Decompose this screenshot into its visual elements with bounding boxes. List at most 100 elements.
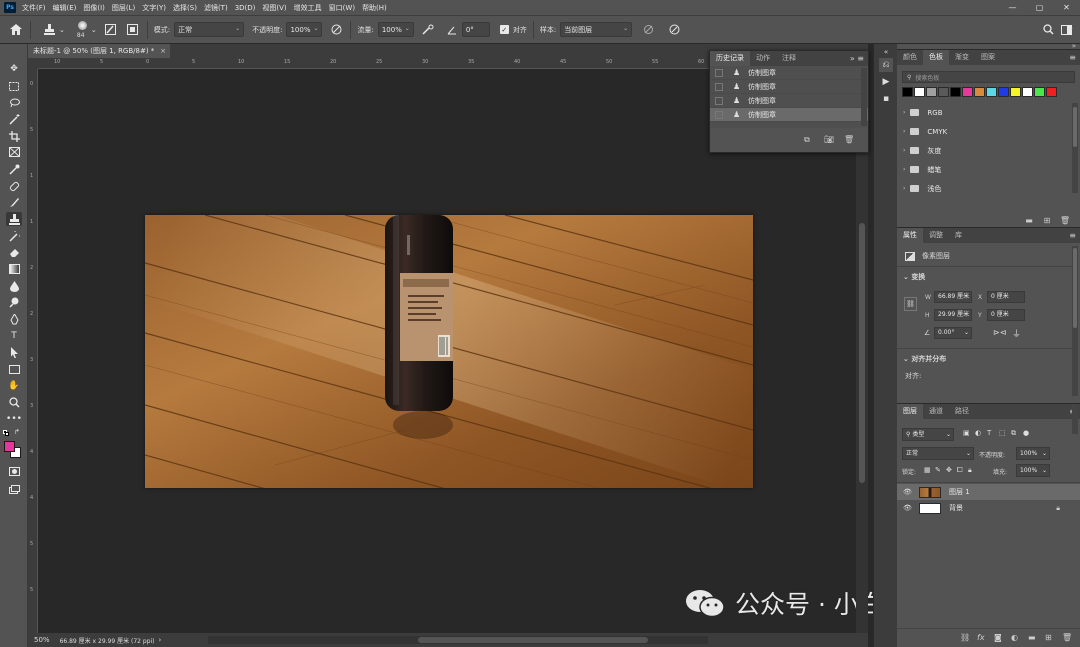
document-tab[interactable]: 未标题-1 @ 50% (图层 1, RGB/8#) * × xyxy=(28,44,170,58)
lock-position-icon[interactable]: ✥ xyxy=(946,466,957,475)
layer-name[interactable]: 图层 1 xyxy=(949,487,970,497)
zoom-tool-icon[interactable] xyxy=(6,395,22,409)
snapshot-camera-icon[interactable]: 📷︎ xyxy=(824,135,844,145)
blend-mode-select[interactable]: 正常 ⌄ xyxy=(902,447,974,460)
menu-plugins[interactable]: 增效工具 xyxy=(294,3,322,13)
swatch[interactable] xyxy=(1010,87,1021,97)
actions-play-icon[interactable]: ▶ xyxy=(879,75,893,89)
magic-wand-tool-icon[interactable] xyxy=(6,112,22,126)
menu-window[interactable]: 窗口(W) xyxy=(329,3,355,13)
new-layer-icon[interactable]: ⊞ xyxy=(1045,633,1062,642)
layer-filter-select[interactable]: ⚲ 类型 ⌄ xyxy=(902,428,954,441)
history-item[interactable]: ♟ 仿制图章 xyxy=(710,80,868,94)
menu-help[interactable]: 帮助(H) xyxy=(362,3,387,13)
swatch-group-pastel[interactable]: › 蜡笔 xyxy=(897,160,1080,179)
swatch[interactable] xyxy=(926,87,937,97)
tab-actions[interactable]: 动作 xyxy=(750,51,776,66)
brush-settings-icon[interactable] xyxy=(103,22,119,38)
vertical-scroll-thumb[interactable] xyxy=(859,223,865,483)
visibility-eye-icon[interactable]: 👁︎ xyxy=(903,488,913,496)
panel-menu-icon[interactable]: ≡ xyxy=(1069,228,1076,243)
lock-artboard-icon[interactable]: ⧠ xyxy=(957,466,968,475)
swatch[interactable] xyxy=(1022,87,1033,97)
new-document-from-state-icon[interactable]: ⧉ xyxy=(804,135,824,145)
move-tool-icon[interactable]: ✥ xyxy=(6,62,22,76)
properties-scrollbar[interactable] xyxy=(1072,246,1078,396)
menu-3d[interactable]: 3D(D) xyxy=(235,4,256,12)
width-field[interactable]: 66.89 厘米 xyxy=(934,291,972,303)
swatch-group-rgb[interactable]: › RGB xyxy=(897,103,1080,122)
swatch[interactable] xyxy=(1046,87,1057,97)
menu-filter[interactable]: 滤镜(T) xyxy=(204,3,228,13)
layer-name[interactable]: 背景 xyxy=(949,503,963,513)
angle-field[interactable]: 0° xyxy=(461,22,490,37)
menu-edit[interactable]: 编辑(E) xyxy=(53,3,77,13)
tab-gradients[interactable]: 渐变 xyxy=(949,50,975,65)
lasso-tool-icon[interactable] xyxy=(6,96,22,110)
fill-field[interactable]: 100% ⌄ xyxy=(1016,464,1050,477)
dodge-tool-icon[interactable] xyxy=(6,295,22,309)
swatch-group-light[interactable]: › 浅色 xyxy=(897,179,1080,198)
visibility-eye-icon[interactable]: 👁︎ xyxy=(903,504,913,512)
quick-mask-icon[interactable] xyxy=(6,464,22,478)
menu-select[interactable]: 选择(S) xyxy=(173,3,197,13)
trash-icon[interactable]: 🗑︎ xyxy=(844,135,858,145)
rectangle-tool-icon[interactable] xyxy=(6,362,22,376)
pressure-opacity-icon[interactable] xyxy=(328,22,344,38)
swatch[interactable] xyxy=(938,87,949,97)
y-field[interactable]: 0 厘米 xyxy=(987,309,1025,321)
path-selection-tool-icon[interactable] xyxy=(6,345,22,359)
history-item-selected[interactable]: ♟ 仿制图章 xyxy=(710,108,868,122)
filter-type-icon[interactable]: T xyxy=(987,429,999,438)
brush-preset-picker[interactable]: 84 xyxy=(75,18,91,42)
horizontal-scroll-thumb[interactable] xyxy=(418,637,648,643)
swatch[interactable] xyxy=(986,87,997,97)
lock-pixels-icon[interactable]: ✎ xyxy=(935,466,946,475)
swatch[interactable] xyxy=(962,87,973,97)
menu-file[interactable]: 文件(F) xyxy=(22,3,46,13)
swatch[interactable] xyxy=(974,87,985,97)
flip-horizontal-icon[interactable]: ⊳⊲ xyxy=(993,328,1006,337)
height-field[interactable]: 29.99 厘米 xyxy=(934,309,972,321)
close-tab-icon[interactable]: × xyxy=(160,44,166,58)
filter-smart-object-icon[interactable]: ⧉ xyxy=(1011,429,1023,438)
search-icon[interactable] xyxy=(1040,22,1056,38)
history-checkbox[interactable] xyxy=(715,110,723,119)
fx-icon[interactable]: fx xyxy=(977,633,994,642)
new-swatch-icon[interactable]: ⊞ xyxy=(1038,216,1056,225)
mask-icon[interactable]: ◙ xyxy=(994,633,1011,642)
eyedropper-tool-icon[interactable] xyxy=(6,162,22,176)
ruler-vertical[interactable]: 0 5 1 1 2 2 3 3 4 4 5 5 xyxy=(28,69,38,633)
gradient-tool-icon[interactable] xyxy=(6,262,22,276)
tab-color[interactable]: 颜色 xyxy=(897,50,923,65)
type-tool-icon[interactable]: T xyxy=(6,329,22,343)
history-panel-icon[interactable]: ⎌ xyxy=(879,58,893,72)
layer-opacity-field[interactable]: 100% ⌄ xyxy=(1016,447,1050,460)
align-section-header[interactable]: ⌄ 对齐并分布 xyxy=(903,354,946,364)
new-group-folder-icon[interactable]: ▬ xyxy=(1020,216,1038,225)
history-brush-tool-icon[interactable] xyxy=(6,229,22,243)
tab-layers[interactable]: 图层 xyxy=(897,404,923,419)
document-canvas-image[interactable] xyxy=(145,215,753,488)
rotation-field[interactable]: 0.00° ⌄ xyxy=(934,327,972,339)
hand-tool-icon[interactable]: ✋ xyxy=(6,379,22,393)
menu-layer[interactable]: 图层(L) xyxy=(112,3,135,13)
clone-stamp-tool-icon[interactable] xyxy=(6,212,22,226)
notes-icon[interactable]: ▪ xyxy=(879,92,893,106)
maximize-button[interactable]: ▢ xyxy=(1026,0,1053,15)
link-dimensions-icon[interactable]: ⛓︎ xyxy=(904,297,917,311)
filter-shape-icon[interactable]: ⬚ xyxy=(999,429,1011,438)
tab-paths[interactable]: 路径 xyxy=(949,404,975,419)
pen-tool-icon[interactable] xyxy=(6,312,22,326)
history-checkbox[interactable] xyxy=(715,82,723,91)
flip-vertical-icon[interactable]: ⏚ xyxy=(1012,327,1021,340)
lock-icon[interactable]: 🔒︎ xyxy=(1056,504,1060,513)
tab-libraries[interactable]: 库 xyxy=(949,228,968,243)
zoom-level[interactable]: 50% xyxy=(34,636,50,644)
menu-type[interactable]: 文字(Y) xyxy=(142,3,166,13)
transform-section-header[interactable]: ⌄ 变换 xyxy=(903,272,925,282)
history-item[interactable]: ♟ 仿制图章 xyxy=(710,66,868,80)
sample-select[interactable]: 当前图层 ⌄ xyxy=(560,22,633,37)
canvas-area[interactable]: 公众号 · 小白电脑技术 xyxy=(38,69,984,633)
filter-toggle-icon[interactable]: ● xyxy=(1023,429,1035,438)
